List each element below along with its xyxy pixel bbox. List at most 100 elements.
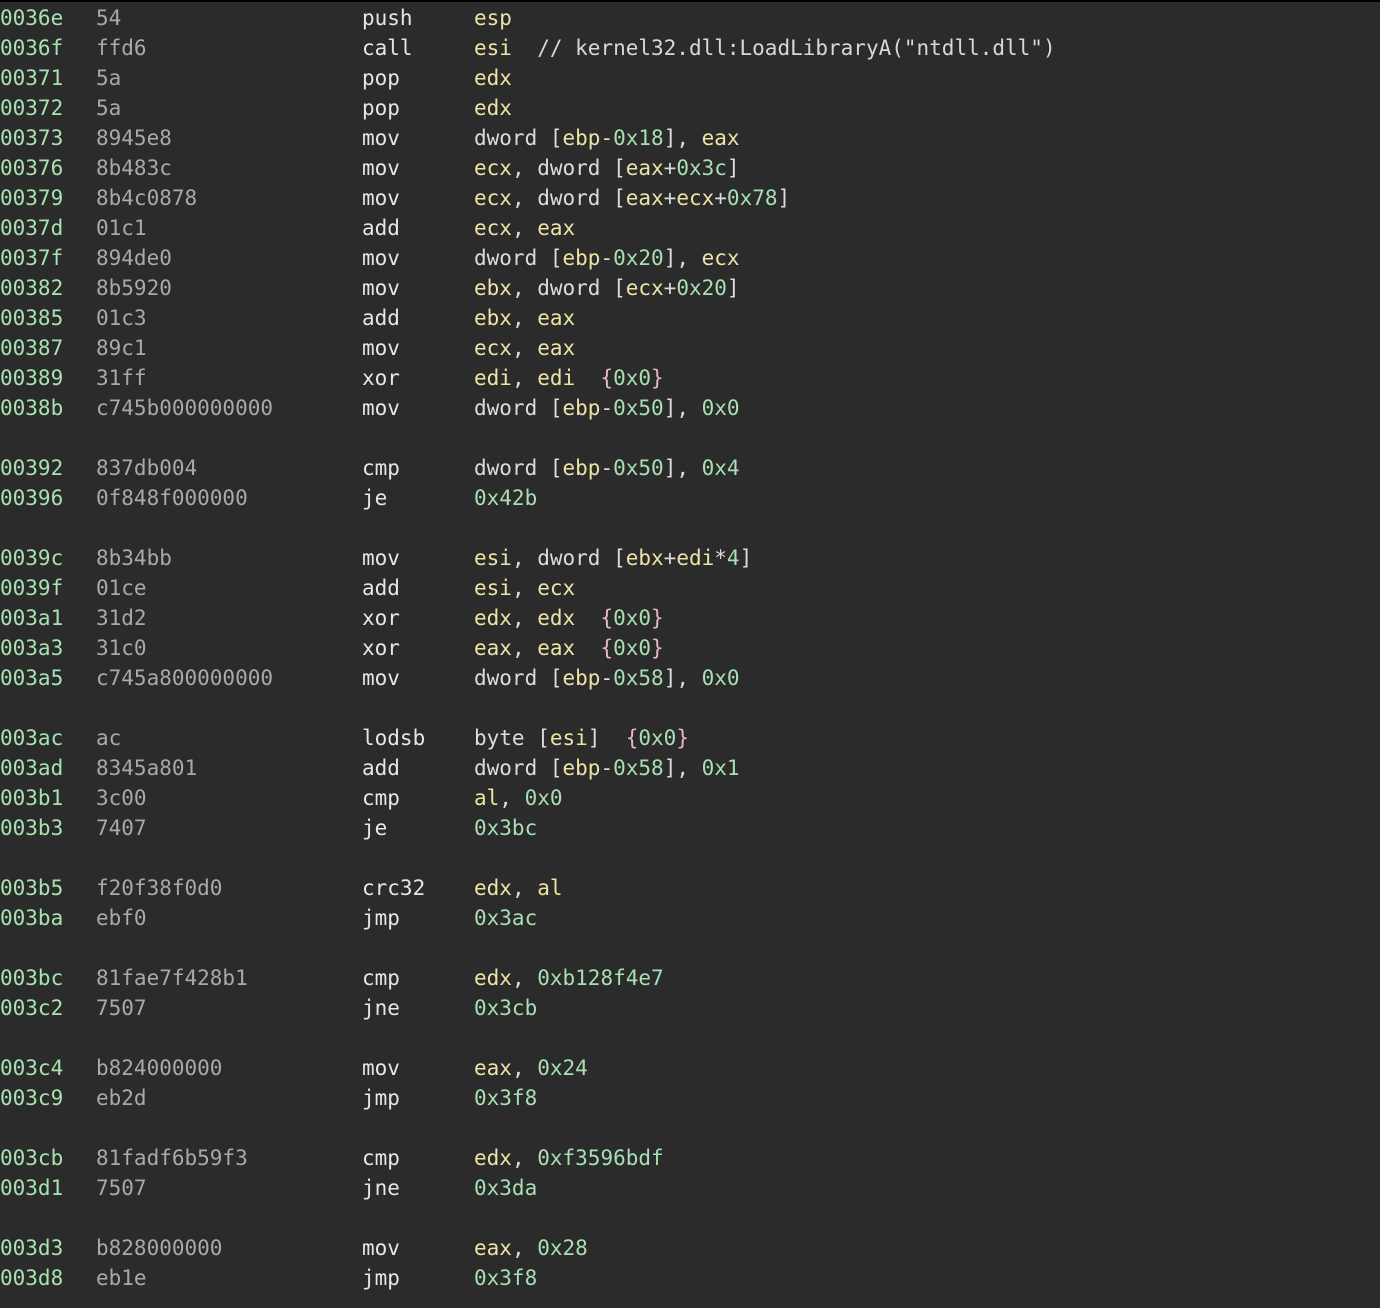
operand-number[interactable]: 0x42b [474, 486, 537, 510]
operand-register[interactable]: esi [550, 726, 588, 750]
instruction-row[interactable]: 00392 837db004 cmp dword [ebp-0x50], 0x4 [0, 453, 1380, 483]
instruction-row[interactable]: 003d3 b828000000 mov eax, 0x28 [0, 1233, 1380, 1263]
operand-number[interactable]: 0x20 [676, 276, 727, 300]
operand-number[interactable]: 0x18 [613, 126, 664, 150]
instruction-row[interactable]: 003d1 7507 jne 0x3da [0, 1173, 1380, 1203]
instruction-address[interactable]: 003b3 [0, 813, 63, 843]
operand-register[interactable]: esi [474, 576, 512, 600]
instruction-address[interactable]: 0039f [0, 573, 63, 603]
operand-register[interactable]: ebp [563, 126, 601, 150]
instruction-row[interactable]: 003ba ebf0 jmp 0x3ac [0, 903, 1380, 933]
operand-register[interactable]: edx [474, 1146, 512, 1170]
instruction-address[interactable]: 0036e [0, 3, 63, 33]
instruction-address[interactable]: 003d1 [0, 1173, 63, 1203]
instruction-address[interactable]: 003ad [0, 753, 63, 783]
instruction-row[interactable]: 003cb 81fadf6b59f3 cmp edx, 0xf3596bdf [0, 1143, 1380, 1173]
operand-register[interactable]: edx [537, 606, 575, 630]
operand-register[interactable]: esi [474, 36, 512, 60]
instruction-address[interactable]: 003cb [0, 1143, 63, 1173]
operand-register[interactable]: edx [474, 96, 512, 120]
instruction-row[interactable]: 003ad 8345a801 add dword [ebp-0x58], 0x1 [0, 753, 1380, 783]
operand-number[interactable]: 0x20 [613, 246, 664, 270]
operand-register[interactable]: ecx [474, 156, 512, 180]
instruction-row[interactable]: 003d8 eb1e jmp 0x3f8 [0, 1263, 1380, 1293]
instruction-address[interactable]: 003b5 [0, 873, 63, 903]
operand-number[interactable]: 0x3f8 [474, 1086, 537, 1110]
instruction-row[interactable]: 003b5 f20f38f0d0 crc32 edx, al [0, 873, 1380, 903]
instruction-address[interactable]: 003a3 [0, 633, 63, 663]
instruction-row[interactable]: 003c9 eb2d jmp 0x3f8 [0, 1083, 1380, 1113]
instruction-address[interactable]: 00387 [0, 333, 63, 363]
operand-number[interactable]: 0x3da [474, 1176, 537, 1200]
operand-number[interactable]: 0x50 [613, 456, 664, 480]
operand-register[interactable]: eax [702, 126, 740, 150]
instruction-address[interactable]: 003a1 [0, 603, 63, 633]
instruction-address[interactable]: 00385 [0, 303, 63, 333]
operand-register[interactable]: ecx [676, 186, 714, 210]
operand-number[interactable]: 0x3ac [474, 906, 537, 930]
operand-number[interactable]: 0x58 [613, 666, 664, 690]
operand-register[interactable]: edi [537, 366, 575, 390]
operand-number[interactable]: 0xb128f4e7 [537, 966, 663, 990]
instruction-address[interactable]: 00371 [0, 63, 63, 93]
operand-register[interactable]: ebx [626, 546, 664, 570]
instruction-row[interactable]: 00396 0f848f000000 je 0x42b [0, 483, 1380, 513]
operand-register[interactable]: edx [474, 606, 512, 630]
instruction-address[interactable]: 0037f [0, 243, 63, 273]
instruction-address[interactable]: 00396 [0, 483, 63, 513]
instruction-row[interactable]: 003ac ac lodsb byte [esi] {0x0} [0, 723, 1380, 753]
operand-register[interactable]: esi [474, 546, 512, 570]
operand-register[interactable]: eax [474, 1056, 512, 1080]
instruction-address[interactable]: 003bc [0, 963, 63, 993]
operand-register[interactable]: eax [537, 336, 575, 360]
operand-number[interactable]: 0xf3596bdf [537, 1146, 663, 1170]
instruction-row[interactable]: 003bc 81fae7f428b1 cmp edx, 0xb128f4e7 [0, 963, 1380, 993]
operand-register[interactable]: ebp [563, 396, 601, 420]
operand-number[interactable]: 0x50 [613, 396, 664, 420]
instruction-row[interactable]: 003c4 b824000000 mov eax, 0x24 [0, 1053, 1380, 1083]
instruction-address[interactable]: 0039c [0, 543, 63, 573]
instruction-address[interactable]: 003ac [0, 723, 63, 753]
operand-register[interactable]: ebp [563, 246, 601, 270]
instruction-row[interactable]: 00382 8b5920 mov ebx, dword [ecx+0x20] [0, 273, 1380, 303]
operand-register[interactable]: eax [537, 636, 575, 660]
operand-number[interactable]: 0x3cb [474, 996, 537, 1020]
operand-register[interactable]: edx [474, 66, 512, 90]
operand-register[interactable]: eax [537, 306, 575, 330]
instruction-row[interactable]: 0037f 894de0 mov dword [ebp-0x20], ecx [0, 243, 1380, 273]
instruction-address[interactable]: 00373 [0, 123, 63, 153]
operand-number[interactable]: 0x3c [676, 156, 727, 180]
instruction-address[interactable]: 003b1 [0, 783, 63, 813]
instruction-address[interactable]: 00379 [0, 183, 63, 213]
operand-register[interactable]: al [537, 876, 562, 900]
instruction-address[interactable]: 00372 [0, 93, 63, 123]
instruction-address[interactable]: 003d3 [0, 1233, 63, 1263]
instruction-row[interactable]: 00372 5a pop edx [0, 93, 1380, 123]
operand-number[interactable]: 0x0 [613, 636, 651, 660]
instruction-row[interactable]: 00373 8945e8 mov dword [ebp-0x18], eax [0, 123, 1380, 153]
instruction-address[interactable]: 003ba [0, 903, 63, 933]
instruction-row[interactable]: 00371 5a pop edx [0, 63, 1380, 93]
instruction-address[interactable]: 003a5 [0, 663, 63, 693]
operand-number[interactable]: 0x0 [613, 366, 651, 390]
instruction-row[interactable]: 003b3 7407 je 0x3bc [0, 813, 1380, 843]
instruction-row[interactable]: 0036f ffd6 call esi // kernel32.dll:LoadLib… [0, 33, 1380, 63]
instruction-row[interactable]: 003a3 31c0 xor eax, eax {0x0} [0, 633, 1380, 663]
operand-register[interactable]: eax [626, 186, 664, 210]
operand-register[interactable]: edx [474, 876, 512, 900]
instruction-row[interactable]: 00387 89c1 mov ecx, eax [0, 333, 1380, 363]
operand-register[interactable]: al [474, 786, 499, 810]
operand-number[interactable]: 0x0 [638, 726, 676, 750]
operand-register[interactable]: edx [474, 966, 512, 990]
operand-number[interactable]: 0x0 [613, 606, 651, 630]
operand-register[interactable]: ecx [702, 246, 740, 270]
instruction-address[interactable]: 00389 [0, 363, 63, 393]
operand-number[interactable]: 0x0 [525, 786, 563, 810]
instruction-row[interactable]: 00376 8b483c mov ecx, dword [eax+0x3c] [0, 153, 1380, 183]
operand-register[interactable]: ebx [474, 276, 512, 300]
instruction-row[interactable]: 00385 01c3 add ebx, eax [0, 303, 1380, 333]
instruction-row[interactable]: 0038b c745b000000000 mov dword [ebp-0x50], … [0, 393, 1380, 423]
instruction-row[interactable]: 003a5 c745a800000000 mov dword [ebp-0x58], … [0, 663, 1380, 693]
operand-number[interactable]: 0x1 [702, 756, 740, 780]
operand-number[interactable]: 4 [727, 546, 740, 570]
